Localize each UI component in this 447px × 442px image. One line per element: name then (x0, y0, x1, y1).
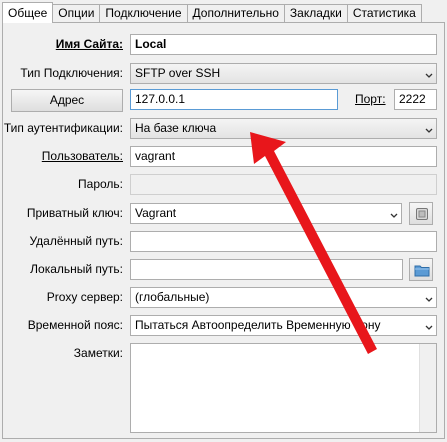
private-key-browse-button[interactable] (409, 202, 433, 225)
password-label: Пароль: (78, 177, 123, 191)
tab-general[interactable]: Общее (2, 2, 54, 23)
conn-type-value: SFTP over SSH (135, 66, 221, 80)
timezone-value: Пытаться Автоопределить Временную Зону (135, 318, 381, 332)
tab-connection[interactable]: Подключение (99, 4, 188, 22)
port-label: Порт: (355, 92, 386, 106)
chevron-down-icon (425, 320, 433, 330)
timezone-select[interactable]: Пытаться Автоопределить Временную Зону (130, 315, 437, 336)
notes-textarea[interactable] (130, 343, 437, 433)
key-file-icon (415, 207, 429, 224)
address-button[interactable]: Адрес (11, 89, 123, 112)
private-key-value: Vagrant (135, 206, 177, 220)
private-key-select[interactable]: Vagrant (130, 203, 402, 224)
tab-bookmarks[interactable]: Закладки (283, 4, 348, 22)
local-path-label: Локальный путь: (30, 262, 123, 276)
chevron-down-icon (425, 292, 433, 302)
private-key-label: Приватный ключ: (26, 206, 123, 220)
port-input[interactable]: 2222 (394, 89, 437, 110)
conn-type-label: Тип Подключения: (20, 66, 123, 80)
tab-options[interactable]: Опции (52, 4, 101, 22)
proxy-select[interactable]: (глобальные) (130, 287, 437, 308)
auth-type-label: Тип аутентификации: (3, 121, 123, 135)
address-button-label: Адрес (49, 93, 85, 107)
proxy-label: Proxy сервер: (46, 290, 123, 304)
chevron-down-icon (425, 68, 433, 78)
local-path-input[interactable] (130, 259, 403, 280)
timezone-label: Временной пояс: (27, 318, 123, 332)
auth-type-select[interactable]: На базе ключа (130, 118, 437, 139)
tab-strip: Общее Опции Подключение Дополнительно За… (2, 2, 422, 23)
tab-advanced[interactable]: Дополнительно (186, 4, 285, 22)
notes-label: Заметки: (73, 346, 123, 360)
tab-statistics[interactable]: Статистика (346, 4, 422, 22)
password-input[interactable] (130, 174, 437, 195)
notes-scrollbar[interactable] (419, 344, 436, 432)
local-path-browse-button[interactable] (409, 258, 433, 281)
conn-type-select[interactable]: SFTP over SSH (130, 63, 437, 84)
general-panel: Имя Сайта: Local Тип Подключения: SFTP o… (2, 22, 445, 439)
folder-icon (414, 263, 430, 280)
auth-type-value: На базе ключа (135, 121, 217, 135)
site-name-input[interactable]: Local (130, 34, 437, 55)
chevron-down-icon (390, 208, 398, 218)
remote-path-input[interactable] (130, 231, 437, 252)
site-name-label: Имя Сайта: (55, 37, 123, 51)
user-label: Пользователь: (41, 149, 123, 163)
proxy-value: (глобальные) (135, 290, 210, 304)
address-input[interactable]: 127.0.0.1 (130, 89, 338, 110)
chevron-down-icon (425, 123, 433, 133)
remote-path-label: Удалённый путь: (29, 234, 123, 248)
user-input[interactable]: vagrant (130, 146, 437, 167)
